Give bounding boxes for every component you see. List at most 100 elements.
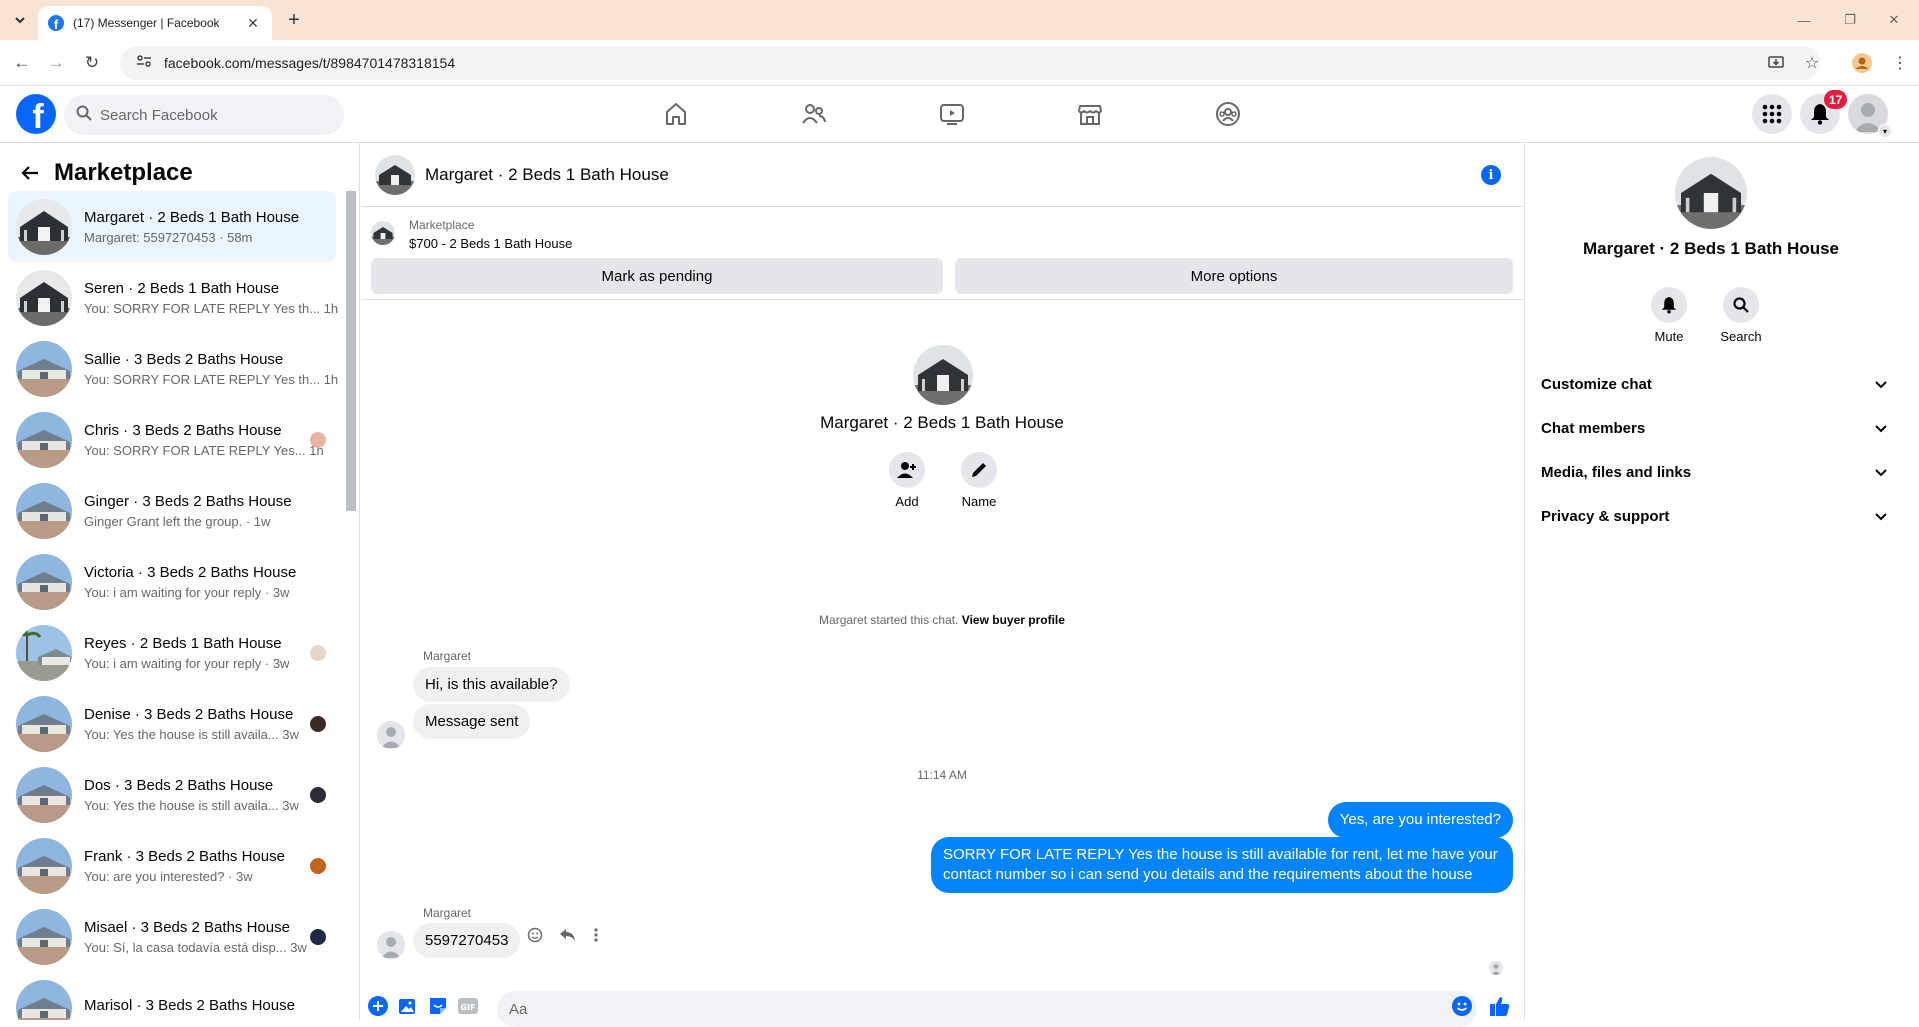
tab-close-icon[interactable]: ✕ (244, 15, 262, 32)
conversation-text: Denise · 3 Beds 2 Baths House You: Yes th… (84, 706, 314, 742)
search-input[interactable] (100, 106, 300, 124)
edit-name-button[interactable]: Name (949, 452, 1009, 509)
reply-icon[interactable] (559, 927, 577, 948)
photo-icon[interactable] (397, 995, 419, 1017)
address-bar[interactable]: facebook.com/messages/t/8984701478318154 (120, 46, 1820, 80)
listing-title[interactable]: $700 - 2 Beds 1 Bath House (409, 236, 572, 251)
intro-name: Margaret · 2 Beds 1 Bath House (820, 413, 1064, 432)
tab-list-chevron-icon[interactable] (8, 8, 32, 32)
friends-icon (802, 104, 826, 124)
plus-circle-icon[interactable] (367, 995, 389, 1017)
new-tab-icon[interactable]: + (282, 8, 306, 32)
incoming-message[interactable]: Hi, is this available? (413, 667, 570, 702)
nav-groups[interactable] (1178, 86, 1278, 142)
outgoing-message[interactable]: SORRY FOR LATE REPLY Yes the house is st… (931, 837, 1513, 893)
facebook-logo-icon[interactable]: f (16, 94, 56, 134)
outgoing-message[interactable]: Yes, are you interested? (1327, 802, 1513, 838)
site-settings-icon[interactable] (136, 54, 152, 73)
section-chat-members[interactable]: Chat members (1541, 406, 1887, 450)
profile-icon[interactable] (1848, 49, 1876, 77)
conversation-avatar (16, 766, 72, 823)
incoming-message[interactable]: 5597270453 (413, 923, 521, 958)
conversation-name: Misael · 3 Beds 2 Baths House (84, 918, 290, 936)
chat-title[interactable]: Margaret · 2 Beds 1 Bath House (425, 165, 669, 185)
conversation-text: Marisol · 3 Beds 2 Baths House (84, 997, 314, 1018)
conversation-item[interactable]: Chris · 3 Beds 2 Baths House You: SORRY F… (8, 404, 336, 475)
conversation-item[interactable]: Seren · 2 Beds 1 Bath House You: SORRY FO… (8, 262, 339, 333)
conversation-avatar (16, 624, 72, 681)
conversation-item[interactable]: Victoria · 3 Beds 2 Baths House You: i am… (8, 546, 336, 617)
pencil-icon (972, 463, 986, 477)
info-icon[interactable]: i (1481, 165, 1501, 185)
close-window-icon[interactable]: ✕ (1882, 8, 1906, 32)
browser-tab-bar: f (17) Messenger | Facebook ✕ + — ❐ ✕ (0, 0, 1919, 40)
conversation-name: Dos · 3 Beds 2 Baths House (84, 776, 274, 794)
grid-menu-icon (1762, 104, 1782, 124)
conversation-item[interactable]: Reyes · 2 Beds 1 Bath House You: i am wai… (8, 617, 336, 688)
conversation-item[interactable]: Marisol · 3 Beds 2 Baths House (8, 972, 336, 1020)
sidebar-scrollbar[interactable] (346, 191, 356, 511)
intro-avatar (913, 345, 973, 405)
browser-tab-messenger[interactable]: f (17) Messenger | Facebook ✕ (38, 6, 272, 40)
conversation-item[interactable]: Frank · 3 Beds 2 Baths House You: are you… (8, 830, 336, 901)
back-arrow-icon[interactable] (14, 157, 46, 189)
mark-as-pending-button[interactable]: Mark as pending (371, 258, 943, 294)
chevron-down-icon (1875, 465, 1887, 480)
back-icon[interactable]: ← (8, 49, 36, 77)
menu-grid-button[interactable] (1752, 94, 1792, 134)
mute-button[interactable]: Mute (1639, 287, 1699, 344)
conversation-item[interactable]: Dos · 3 Beds 2 Baths House You: Yes the h… (8, 759, 336, 830)
nav-home[interactable] (626, 86, 726, 142)
restore-icon[interactable]: ❐ (1838, 8, 1862, 32)
incoming-message[interactable]: Message sent (413, 704, 531, 739)
add-people-button[interactable]: Add (877, 452, 937, 509)
conversation-name: Sallie · 3 Beds 2 Baths House (84, 350, 284, 368)
nav-friends[interactable] (764, 86, 864, 142)
facebook-search-box[interactable] (64, 95, 344, 135)
browser-menu-icon[interactable]: ⋮ (1886, 49, 1914, 77)
bookmark-star-icon[interactable]: ☆ (1798, 49, 1826, 77)
reload-icon[interactable]: ↻ (78, 49, 106, 77)
more-options-button[interactable]: More options (955, 258, 1513, 294)
search-in-conversation-button[interactable]: Search (1711, 287, 1771, 344)
emoji-icon[interactable] (1451, 995, 1473, 1017)
conversation-item[interactable]: Misael · 3 Beds 2 Baths House You: Sí, la… (8, 901, 336, 972)
search-icon (1733, 297, 1749, 313)
listing-thumbnail[interactable] (371, 221, 395, 245)
install-app-icon[interactable] (1762, 49, 1790, 77)
seen-avatar (1489, 961, 1503, 975)
conversation-avatar (16, 198, 72, 255)
account-chevron-down-icon[interactable]: ▾ (1878, 124, 1892, 138)
react-emoji-icon[interactable] (527, 927, 543, 948)
more-vertical-icon[interactable] (593, 927, 599, 948)
conversation-text: Reyes · 2 Beds 1 Bath House You: i am wai… (84, 635, 314, 671)
sticker-icon[interactable] (427, 995, 449, 1017)
conversation-snippet: You: SORRY FOR LATE REPLY Yes th... 1h (84, 300, 339, 316)
nav-marketplace[interactable] (1040, 86, 1140, 142)
conversation-item[interactable]: Margaret · 2 Beds 1 Bath House Margaret: … (8, 191, 336, 262)
forward-icon[interactable]: → (42, 49, 70, 77)
nav-watch[interactable] (902, 86, 1002, 142)
conversation-item[interactable]: Sallie · 3 Beds 2 Baths House You: SORRY … (8, 333, 338, 404)
minimize-icon[interactable]: — (1792, 8, 1816, 32)
sender-name: Margaret (423, 906, 472, 920)
message-composer: GIF (361, 983, 1523, 1027)
message-input[interactable] (509, 1000, 1409, 1018)
section-customize-chat[interactable]: Customize chat (1541, 362, 1887, 406)
view-buyer-profile-link[interactable]: View buyer profile (962, 613, 1065, 627)
conversation-avatar (16, 695, 72, 752)
conversation-item[interactable]: Ginger · 3 Beds 2 Baths House Ginger Gran… (8, 475, 336, 546)
chevron-down-icon (1875, 421, 1887, 436)
section-privacy-support[interactable]: Privacy & support (1541, 494, 1887, 538)
message-input-box[interactable] (497, 991, 1477, 1027)
section-media-files-links[interactable]: Media, files and links (1541, 450, 1887, 494)
sender-avatar[interactable] (377, 721, 405, 749)
conversation-name: Victoria · 3 Beds 2 Baths House (84, 563, 297, 581)
gif-icon[interactable]: GIF (457, 995, 479, 1017)
conversation-snippet: You: Yes the house is still availa... 3w (84, 726, 299, 742)
sender-avatar[interactable] (377, 931, 405, 959)
add-person-icon (897, 462, 916, 478)
conversation-item[interactable]: Denise · 3 Beds 2 Baths House You: Yes th… (8, 688, 336, 759)
like-thumbs-up-icon[interactable] (1489, 995, 1511, 1017)
chat-avatar[interactable] (375, 154, 415, 195)
